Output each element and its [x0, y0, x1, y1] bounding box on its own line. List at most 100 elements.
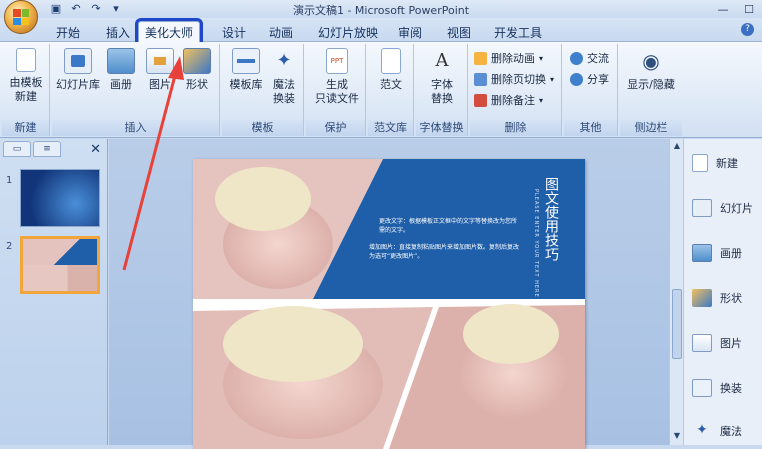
sidebar-item-shape[interactable]: 形状: [684, 284, 762, 312]
sidebar-item-album-label: 画册: [720, 247, 742, 260]
picture-label: 图片: [149, 78, 171, 91]
shape-label: 形状: [186, 78, 208, 91]
sidebar-item-slides-label: 幻灯片: [720, 202, 753, 215]
office-button[interactable]: [4, 0, 38, 34]
template-library-button[interactable]: 模板库: [228, 48, 264, 92]
scroll-down-icon[interactable]: ▼: [671, 431, 683, 443]
ribbon-tabs: 开始 插入 美化大师 设计 动画 幻灯片放映 审阅 视图 开发工具 ?: [0, 18, 762, 46]
sidebar-item-album[interactable]: 画册: [684, 239, 762, 267]
scrollbar-thumb[interactable]: [672, 289, 682, 359]
sample-text-button[interactable]: 范文: [374, 48, 408, 92]
office-logo-icon: [13, 9, 29, 25]
new-from-template-label2: 新建: [15, 90, 37, 103]
group-label-sidebar: 侧边栏: [620, 120, 682, 136]
minimize-icon[interactable]: —: [710, 0, 736, 18]
window-controls: — ☐: [710, 0, 762, 18]
group-label-other: 其他: [564, 120, 617, 136]
group-sidebar: ◉ 显示/隐藏 侧边栏: [620, 44, 682, 136]
share-button[interactable]: 分享: [570, 71, 609, 87]
slide-thumbnail-1[interactable]: [20, 169, 100, 227]
group-insert: 幻灯片库 画册 图片 形状 插入: [52, 44, 220, 136]
slide-preview[interactable]: 图文使用技巧 PLEASE ENTER YOUR TEXT HERE 更改文字：…: [193, 159, 585, 449]
shape-button[interactable]: 形状: [180, 48, 214, 92]
ribbon: 由模板 新建 新建 幻灯片库 画册 图片 形状 插入 模板库 ✦ 魔法 换装 模…: [0, 42, 762, 138]
sidebar-item-slides[interactable]: 幻灯片: [684, 194, 762, 222]
sidebar-item-dressup[interactable]: 换装: [684, 374, 762, 402]
tab-review[interactable]: 审阅: [392, 22, 428, 42]
close-pane-icon[interactable]: ✕: [90, 142, 101, 157]
delete-notes-icon: [474, 93, 487, 107]
group-label-font: 字体替换: [416, 120, 467, 136]
delete-transition-icon: [474, 72, 487, 86]
title-bar: ▣ ↶ ↷ ▾ 演示文稿1 - Microsoft PowerPoint — ☐: [0, 0, 762, 18]
show-hide-sidebar-button[interactable]: ◉ 显示/隐藏: [624, 48, 678, 92]
vertical-scrollbar[interactable]: ▲ ▼: [669, 139, 683, 445]
slide-thumbnail-2[interactable]: [20, 236, 100, 294]
tab-beautify-master[interactable]: 美化大师: [134, 18, 204, 46]
generate-label1: 生成: [326, 78, 348, 91]
share-icon: [570, 72, 583, 86]
new-doc-icon: [692, 154, 708, 172]
new-from-template-button[interactable]: 由模板 新建: [8, 48, 44, 104]
sidebar-item-new-label: 新建: [716, 157, 738, 170]
delete-notes-button[interactable]: 删除备注 ▾: [474, 92, 543, 108]
group-new: 由模板 新建 新建: [2, 44, 50, 136]
slide-paragraph-2: 增加图片：直接复制粘贴图片来增加图片数。复制后复改为选可“更改图片”。: [369, 244, 520, 260]
pane-tabs: ▭ ≡ ✕: [0, 139, 107, 159]
tab-design[interactable]: 设计: [216, 22, 252, 42]
delete-animation-button[interactable]: 删除动画 ▾: [474, 50, 543, 66]
picture-button[interactable]: 图片: [144, 48, 176, 92]
slide-paragraph-1: 更改文字：根据模板正文框中的文字等替换改为您所需的文字。: [379, 218, 518, 234]
delete-transition-button[interactable]: 删除页切换 ▾: [474, 71, 554, 87]
dressup-icon: [692, 379, 712, 397]
exchange-icon: [570, 51, 583, 65]
tab-insert[interactable]: 插入: [100, 22, 136, 42]
ppt-file-icon: PPT: [326, 48, 348, 74]
magic-wand-icon: ✦: [276, 50, 292, 71]
scroll-up-icon[interactable]: ▲: [671, 141, 683, 153]
maximize-icon[interactable]: ☐: [736, 0, 762, 18]
slide-number-2: 2: [6, 241, 13, 252]
tab-home[interactable]: 开始: [50, 22, 86, 42]
font-replace-button[interactable]: A 字体 替换: [422, 48, 462, 106]
slide-library-icon: [64, 48, 92, 74]
tab-animation[interactable]: 动画: [263, 22, 299, 42]
tab-slideshow[interactable]: 幻灯片放映: [312, 22, 384, 42]
show-hide-label: 显示/隐藏: [627, 78, 675, 91]
sidebar-item-picture[interactable]: 图片: [684, 329, 762, 357]
slide-library-button[interactable]: 幻灯片库: [56, 48, 100, 92]
picture-icon: [692, 334, 712, 352]
exchange-button[interactable]: 交流: [570, 50, 609, 66]
slides-tab[interactable]: ▭: [3, 141, 31, 157]
group-font: A 字体 替换 字体替换: [416, 44, 468, 136]
group-label-template: 模板: [222, 120, 303, 136]
slide-title-vertical: 图文使用技巧: [543, 177, 559, 261]
magic-label2: 换装: [273, 92, 295, 105]
sidebar-item-magic[interactable]: ✦ 魔法: [684, 417, 762, 445]
template-library-label: 模板库: [229, 78, 263, 91]
shape-icon: [692, 289, 712, 307]
document-icon: [16, 48, 36, 72]
tab-developer[interactable]: 开发工具: [488, 22, 548, 42]
template-library-icon: [232, 48, 260, 74]
slide-subtitle-vertical: PLEASE ENTER YOUR TEXT HERE: [533, 189, 539, 298]
slides-pane: ▭ ≡ ✕ 1 2: [0, 139, 108, 445]
group-delete: 删除动画 ▾ 删除页切换 ▾ 删除备注 ▾ 删除: [470, 44, 562, 136]
help-icon[interactable]: ?: [741, 23, 754, 36]
delete-animation-label: 删除动画: [491, 52, 535, 65]
outline-tab[interactable]: ≡: [33, 141, 61, 157]
group-label-delete: 删除: [470, 120, 561, 136]
album-icon: [107, 48, 135, 74]
group-fanwen: 范文 范文库: [368, 44, 414, 136]
delete-transition-label: 删除页切换: [491, 73, 546, 86]
tab-view[interactable]: 视图: [441, 22, 477, 42]
sidebar-item-new[interactable]: 新建: [684, 149, 762, 177]
slide-number-1: 1: [6, 175, 13, 186]
generate-label2: 只读文件: [315, 92, 359, 105]
album-button[interactable]: 画册: [104, 48, 138, 92]
font-label1: 字体: [431, 78, 453, 91]
magic-dressup-button[interactable]: ✦ 魔法 换装: [268, 48, 300, 106]
generate-readonly-button[interactable]: PPT 生成 只读文件: [312, 48, 362, 106]
sidebar-item-dressup-label: 换装: [720, 382, 742, 395]
sidebar-item-magic-label: 魔法: [720, 425, 742, 438]
